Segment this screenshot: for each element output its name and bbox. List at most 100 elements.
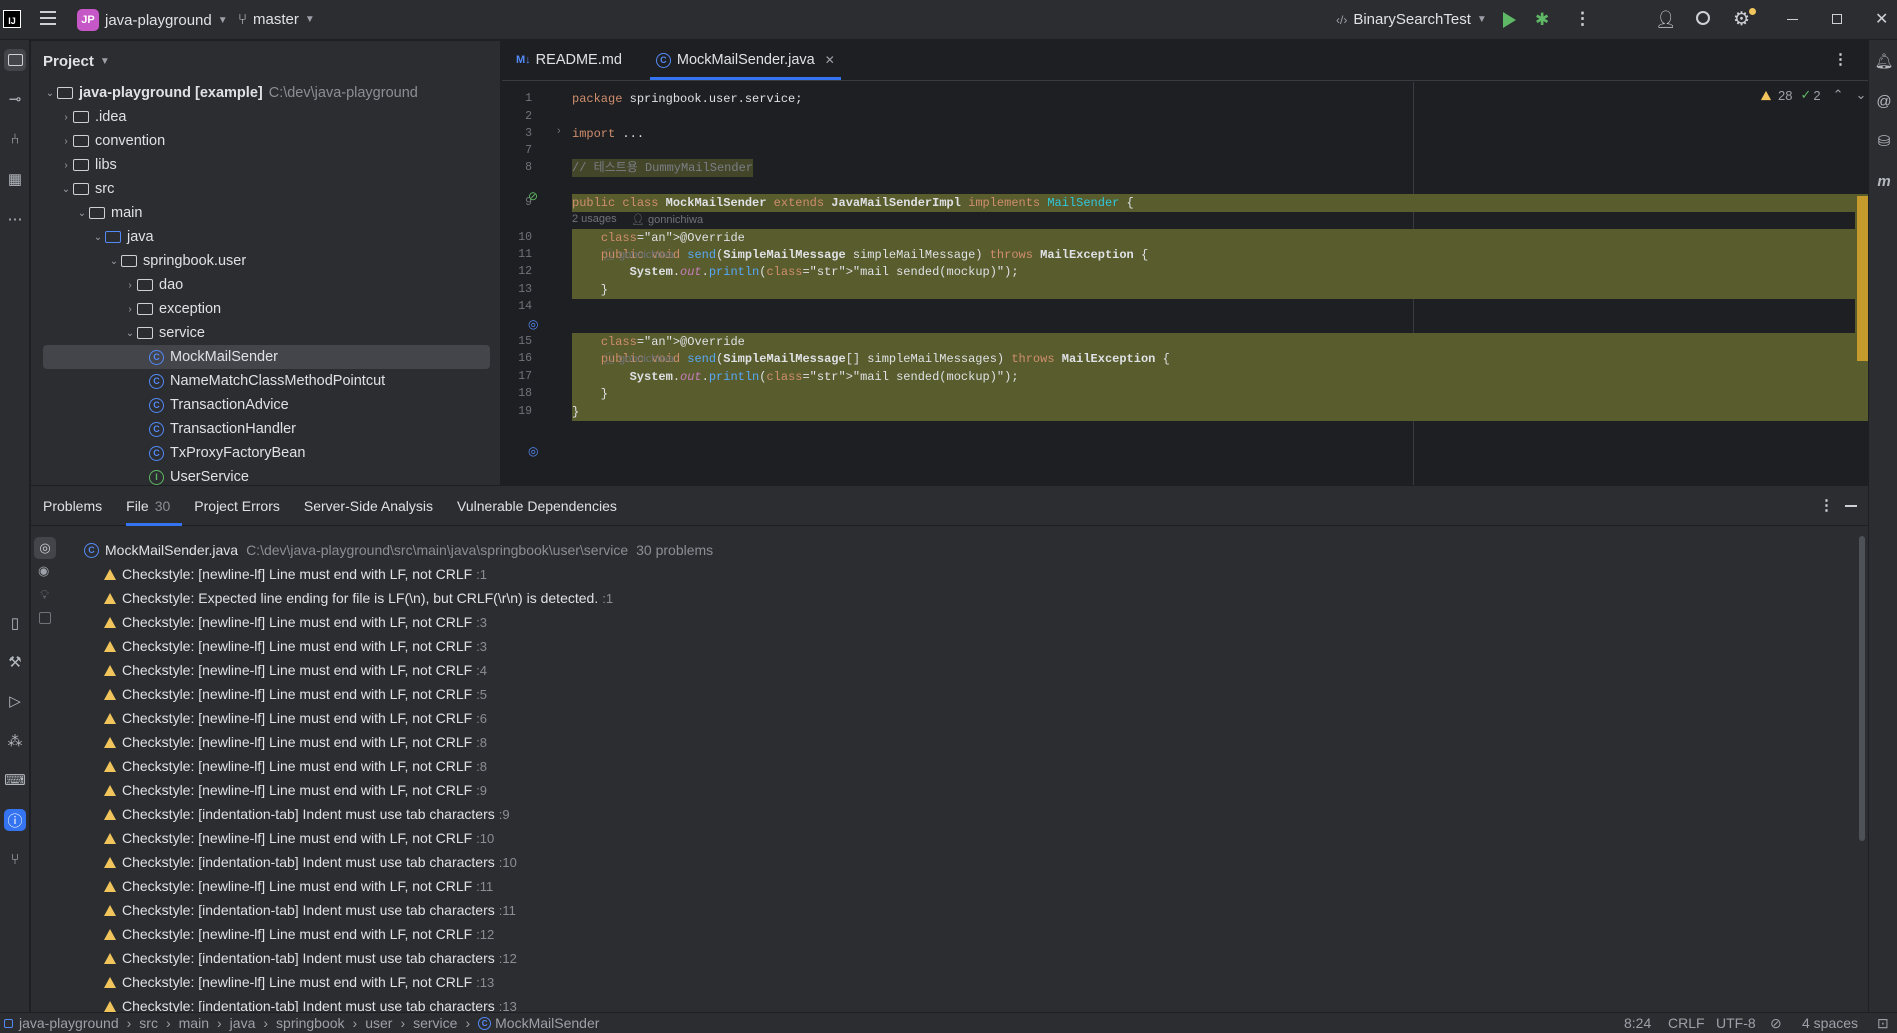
notifications-icon[interactable]: 🔔︎: [1873, 50, 1895, 72]
structure-icon[interactable]: ▦: [4, 168, 26, 190]
problems-scrollbar[interactable]: [1859, 536, 1865, 841]
override-icon[interactable]: ◎: [528, 317, 538, 331]
run-tool-icon[interactable]: ▷: [4, 690, 26, 712]
problem-item[interactable]: Checkstyle: [newline-lf] Line must end w…: [104, 778, 487, 802]
auto-scroll-icon[interactable]: ◎: [34, 537, 56, 559]
tree-item[interactable]: C TransactionHandler: [43, 417, 490, 441]
tree-item[interactable]: › convention: [43, 129, 490, 153]
problem-item[interactable]: Checkstyle: [newline-lf] Line must end w…: [104, 706, 487, 730]
tree-item[interactable]: ⌄ java: [43, 225, 490, 249]
inspection-widget[interactable]: 28 ✓ 2 ⌃ ⌄: [1760, 87, 1866, 103]
author-hint[interactable]: 👤︎ gonnichiwa: [602, 352, 674, 365]
breadcrumb-item[interactable]: java-playground: [19, 1015, 119, 1031]
problem-item[interactable]: Checkstyle: [newline-lf] Line must end w…: [104, 922, 494, 946]
caret-position[interactable]: 8:24: [1624, 1015, 1651, 1031]
no-bean-icon[interactable]: ⊘: [528, 189, 538, 203]
project-panel-header[interactable]: Project ▼: [31, 41, 500, 81]
chevron-down-icon[interactable]: ⌄: [75, 208, 89, 219]
problem-item[interactable]: Checkstyle: [newline-lf] Line must end w…: [104, 754, 487, 778]
breadcrumb-item[interactable]: MockMailSender: [495, 1015, 599, 1031]
tab-file[interactable]: File 30: [114, 486, 183, 526]
tree-item[interactable]: ⌄ service: [43, 321, 490, 345]
add-user-icon[interactable]: 👤︎: [1655, 10, 1677, 30]
problem-item[interactable]: Checkstyle: [newline-lf] Line must end w…: [104, 970, 494, 994]
project-tool-icon[interactable]: [4, 49, 26, 71]
breadcrumb-item[interactable]: java: [230, 1015, 256, 1031]
problem-item[interactable]: Checkstyle: [newline-lf] Line must end w…: [104, 634, 487, 658]
indent-setting[interactable]: 4 spaces: [1802, 1015, 1858, 1031]
debug-icon[interactable]: ✱: [1535, 10, 1549, 30]
tab-readme[interactable]: M↓ README.md: [502, 40, 636, 80]
chevron-down-icon[interactable]: ⌄: [123, 328, 137, 339]
next-highlight-icon[interactable]: ⌄: [1856, 87, 1867, 103]
git-icon[interactable]: ⑂: [4, 848, 26, 870]
project-switcher[interactable]: JP java-playground ▼: [77, 9, 228, 31]
tree-item[interactable]: ⌄ main: [43, 201, 490, 225]
usages-hint[interactable]: 2 usages: [572, 213, 617, 225]
tree-item[interactable]: › .idea: [43, 105, 490, 129]
breadcrumb-item[interactable]: user: [365, 1015, 392, 1031]
problem-item[interactable]: Checkstyle: [newline-lf] Line must end w…: [104, 826, 494, 850]
tab-project-errors[interactable]: Project Errors: [182, 486, 292, 526]
preview-icon[interactable]: [39, 612, 51, 624]
chevron-right-icon[interactable]: ›: [123, 280, 137, 291]
more-actions-icon[interactable]: ⋮: [1574, 9, 1591, 29]
restore-icon[interactable]: [1832, 14, 1842, 24]
bulb-icon[interactable]: 💡︎: [40, 587, 49, 603]
maven-icon[interactable]: m: [1873, 170, 1895, 192]
ai-assistant-icon[interactable]: @: [1873, 90, 1895, 112]
close-tab-icon[interactable]: ✕: [825, 53, 835, 67]
tab-mockmailsender[interactable]: C MockMailSender.java ✕: [642, 40, 849, 80]
problem-item[interactable]: Checkstyle: [newline-lf] Line must end w…: [104, 874, 493, 898]
problem-item[interactable]: Checkstyle: [indentation-tab] Indent mus…: [104, 898, 516, 922]
file-encoding[interactable]: UTF-8: [1716, 1015, 1756, 1031]
chevron-down-icon[interactable]: ⌄: [107, 256, 121, 267]
tree-item[interactable]: C TxProxyFactoryBean: [43, 441, 490, 465]
chevron-right-icon[interactable]: ›: [59, 136, 73, 147]
code-area[interactable]: package springbook.user.service; import .…: [572, 82, 1868, 485]
problems-tool-icon[interactable]: ⓘ: [4, 809, 26, 831]
problem-item[interactable]: Checkstyle: [newline-lf] Line must end w…: [104, 562, 487, 586]
tab-vulnerable-dependencies[interactable]: Vulnerable Dependencies: [445, 486, 629, 526]
problems-file-node[interactable]: C MockMailSender.java C:\dev\java-playgrou…: [84, 538, 713, 562]
main-menu-icon[interactable]: [40, 11, 56, 25]
problem-item[interactable]: Checkstyle: [newline-lf] Line must end w…: [104, 658, 487, 682]
problem-item[interactable]: Checkstyle: [newline-lf] Line must end w…: [104, 730, 487, 754]
minimize-icon[interactable]: [1787, 19, 1798, 20]
tree-item[interactable]: ⌄ springbook.user: [43, 249, 490, 273]
tree-item[interactable]: C NameMatchClassMethodPointcut: [43, 369, 490, 393]
commit-tool-icon[interactable]: ⊸: [4, 88, 26, 110]
tree-item[interactable]: ⌄ java-playground [example] C:\dev\java-pl…: [43, 81, 490, 105]
tree-item[interactable]: C TransactionAdvice: [43, 393, 490, 417]
chevron-down-icon[interactable]: ⌄: [91, 232, 105, 243]
close-window-icon[interactable]: ✕: [1875, 9, 1888, 29]
tree-item[interactable]: ⌄ src: [43, 177, 490, 201]
override-icon[interactable]: ◎: [528, 444, 538, 458]
bookmarks-icon[interactable]: ▯: [4, 612, 26, 634]
services-icon[interactable]: ⁂: [4, 730, 26, 752]
more-tools-icon[interactable]: ⋯: [4, 208, 26, 230]
run-icon[interactable]: [1503, 12, 1516, 28]
tree-item[interactable]: › dao: [43, 273, 490, 297]
problem-item[interactable]: Checkstyle: Expected line ending for fil…: [104, 586, 613, 610]
tree-item[interactable]: C MockMailSender: [43, 345, 490, 369]
branch-switcher[interactable]: ⑂ master ▼: [238, 11, 315, 28]
fold-chevron-icon[interactable]: ›: [557, 125, 561, 137]
database-icon[interactable]: ⛁: [1873, 130, 1895, 152]
previous-highlight-icon[interactable]: ⌃: [1833, 87, 1844, 103]
eye-icon[interactable]: ◉: [38, 563, 49, 579]
author-hint[interactable]: 👤︎ gonnichiwa: [631, 213, 703, 226]
hide-panel-icon[interactable]: [1845, 505, 1857, 507]
lock-icon[interactable]: ⊡: [1877, 1015, 1889, 1032]
breadcrumb-item[interactable]: springbook: [276, 1015, 345, 1031]
no-inspection-icon[interactable]: ⊘: [1770, 1015, 1782, 1032]
run-config-selector[interactable]: ‹/› BinarySearchTest ▼: [1336, 11, 1487, 28]
problem-item[interactable]: Checkstyle: [indentation-tab] Indent mus…: [104, 802, 510, 826]
panel-options-icon[interactable]: ⋮: [1819, 496, 1834, 514]
chevron-down-icon[interactable]: ⌄: [59, 184, 73, 195]
breadcrumb-item[interactable]: service: [413, 1015, 457, 1031]
chevron-right-icon[interactable]: ›: [123, 304, 137, 315]
tab-server-side-analysis[interactable]: Server-Side Analysis: [292, 486, 445, 526]
breadcrumb-item[interactable]: main: [179, 1015, 209, 1031]
settings-icon[interactable]: ⚙: [1733, 8, 1750, 31]
